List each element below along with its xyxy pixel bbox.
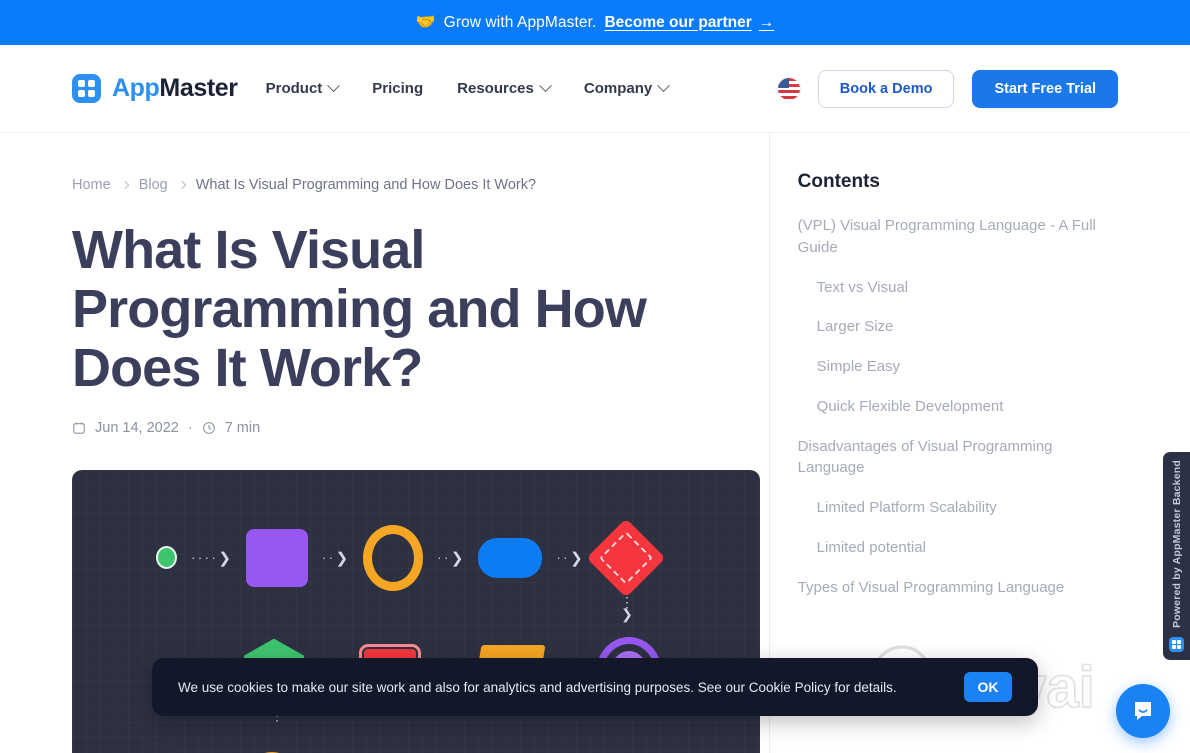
nav-item-pricing[interactable]: Pricing xyxy=(372,80,423,97)
brand-name-master: Master xyxy=(159,74,238,102)
toc-item-7[interactable]: Limited potential xyxy=(798,537,1118,559)
flow-node-orange-ring xyxy=(363,524,424,591)
breadcrumb-blog[interactable]: Blog xyxy=(139,177,168,193)
chevron-right-icon xyxy=(177,180,186,190)
flow-row-1: ···· ❯ ·· ❯ ·· ❯ ·· ❯ xyxy=(156,517,666,598)
page-title: What Is Visual Programming and How Does … xyxy=(72,220,647,398)
table-of-contents: (VPL) Visual Programming Language - A Fu… xyxy=(798,215,1118,598)
cookie-text: We use cookies to make our site work and… xyxy=(178,679,897,695)
brand-logo[interactable]: AppMaster xyxy=(72,74,238,103)
appmaster-logo-icon xyxy=(72,74,101,103)
toc-item-0[interactable]: (VPL) Visual Programming Language - A Fu… xyxy=(798,215,1118,259)
breadcrumb-current: What Is Visual Programming and How Does … xyxy=(195,177,537,193)
chevron-right-icon xyxy=(120,180,129,190)
nav-label-resources: Resources xyxy=(457,80,534,97)
become-partner-label: Become our partner xyxy=(604,13,752,31)
handshake-emoji: 🤝 xyxy=(415,13,436,31)
nav-item-resources[interactable]: Resources xyxy=(457,79,552,97)
nav-label-product: Product xyxy=(265,80,323,97)
nav-item-company[interactable]: Company xyxy=(583,79,671,97)
cookie-consent-banner: We use cookies to make our site work and… xyxy=(152,658,1038,716)
cookie-ok-button[interactable]: OK xyxy=(964,672,1012,702)
toc-item-8[interactable]: Types of Visual Programming Language xyxy=(798,577,1118,599)
nav-label-pricing: Pricing xyxy=(372,80,424,97)
article-meta: Jun 14, 2022 · 7 min xyxy=(72,420,769,436)
brand-name-app: App xyxy=(112,74,160,102)
chat-bubble-icon xyxy=(1135,702,1151,720)
start-free-trial-button[interactable]: Start Free Trial xyxy=(972,69,1118,108)
flow-node-red-diamond xyxy=(586,517,666,598)
promo-text: Grow with AppMaster. xyxy=(443,13,597,31)
toc-item-4[interactable]: Quick Flexible Development xyxy=(798,396,1118,418)
flow-node-green-dot xyxy=(156,546,177,570)
toc-item-3[interactable]: Simple Easy xyxy=(798,356,1118,378)
breadcrumb: Home Blog What Is Visual Programming and… xyxy=(72,177,769,193)
flow-connector-vertical: ⋮ ❯ xyxy=(620,593,634,622)
page-root: 🤝 Grow with AppMaster. Become our partne… xyxy=(0,0,1190,753)
arrow-right-icon: ·· ❯ xyxy=(437,549,465,567)
flow-node-blue-pill xyxy=(478,537,543,578)
clock-icon xyxy=(202,421,216,435)
header-actions: Book a Demo Start Free Trial xyxy=(777,69,1118,108)
article-date: Jun 14, 2022 xyxy=(95,419,179,436)
toc-item-1[interactable]: Text vs Visual xyxy=(798,277,1118,299)
toc-item-6[interactable]: Limited Platform Scalability xyxy=(798,497,1118,519)
flow-node-purple-square xyxy=(245,528,308,587)
chevron-down-icon xyxy=(327,79,341,93)
chevron-down-icon xyxy=(657,79,671,93)
book-demo-button[interactable]: Book a Demo xyxy=(817,69,955,108)
powered-by-tab[interactable]: Powered by AppMaster Backend xyxy=(1163,452,1190,660)
meta-separator: · xyxy=(187,419,193,436)
nav-label-company: Company xyxy=(583,80,653,97)
toc-item-2[interactable]: Larger Size xyxy=(798,316,1118,338)
site-header: AppMaster Product Pricing Resources Comp… xyxy=(0,45,1190,133)
calendar-icon xyxy=(72,421,86,435)
chevron-down-icon xyxy=(538,79,552,93)
arrow-right-icon: ···· ❯ xyxy=(191,549,232,567)
arrow-right-icon: ·· ❯ xyxy=(556,549,584,567)
arrow-right-icon: → xyxy=(758,13,775,31)
toc-item-5[interactable]: Disadvantages of Visual Programming Lang… xyxy=(798,436,1118,480)
promo-banner: 🤝 Grow with AppMaster. Become our partne… xyxy=(0,0,1190,45)
powered-by-label: Powered by AppMaster Backend xyxy=(1170,459,1183,628)
us-flag-icon[interactable] xyxy=(777,77,800,100)
arrow-right-icon: ·· ❯ xyxy=(321,549,350,567)
main-nav: Product Pricing Resources Company xyxy=(265,79,671,97)
breadcrumb-home[interactable]: Home xyxy=(72,177,111,193)
nav-item-product[interactable]: Product xyxy=(265,79,341,97)
contents-heading: Contents xyxy=(797,171,880,192)
appmaster-logo-icon xyxy=(1169,637,1184,652)
article-read-time: 7 min xyxy=(224,419,261,436)
chat-widget-button[interactable] xyxy=(1116,684,1170,738)
brand-name: AppMaster xyxy=(112,74,238,103)
become-partner-link[interactable]: Become our partner → xyxy=(604,14,774,32)
